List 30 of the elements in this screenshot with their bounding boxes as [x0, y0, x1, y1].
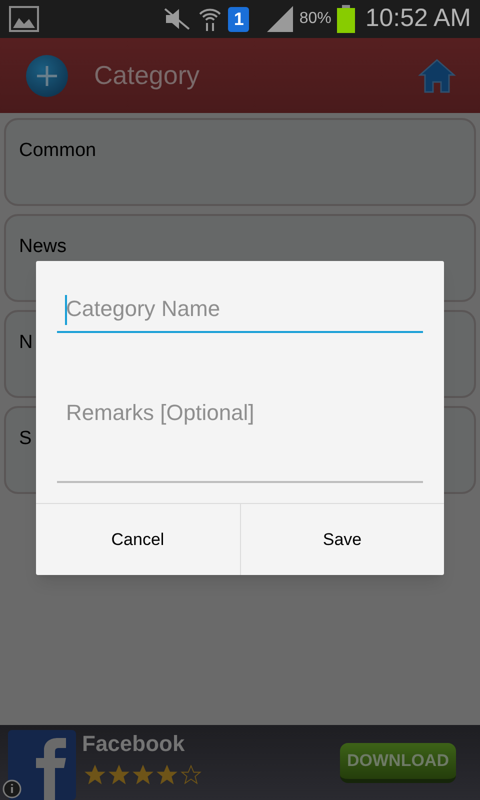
image-icon: [9, 6, 39, 32]
battery-percentage: 80%: [299, 9, 332, 29]
category-name: Common: [19, 140, 96, 161]
text-input[interactable]: Remarks [Optional]: [57, 391, 423, 435]
dialog-button[interactable]: Save: [240, 504, 444, 575]
download-button[interactable]: DOWNLOAD: [340, 742, 456, 782]
category-card[interactable]: Common: [4, 118, 476, 206]
star-icon: [156, 764, 178, 786]
add-button[interactable]: [26, 54, 68, 96]
sim-badge: 1: [228, 6, 250, 32]
clock: 10:52 AM: [365, 3, 471, 34]
home-icon: [418, 58, 456, 94]
mute-icon: [162, 6, 192, 32]
empty-star-icon: [180, 764, 202, 786]
plus-icon: [35, 64, 59, 88]
signal-icon: [265, 6, 294, 32]
screen-title: Category: [94, 59, 200, 92]
battery-icon: [337, 5, 356, 33]
star-icon: [132, 764, 154, 786]
text-cursor: [65, 295, 67, 325]
category-name: News: [19, 236, 67, 257]
category-name: S: [19, 428, 32, 449]
app-name: Facebook: [82, 730, 186, 758]
dialog-button[interactable]: Cancel: [36, 504, 240, 575]
star-icon: [84, 764, 106, 786]
info-icon: [2, 779, 22, 799]
category-name: N: [19, 332, 33, 353]
wifi-icon: [198, 6, 222, 32]
star-icon: [108, 764, 130, 786]
app-logo-icon: [8, 730, 76, 800]
